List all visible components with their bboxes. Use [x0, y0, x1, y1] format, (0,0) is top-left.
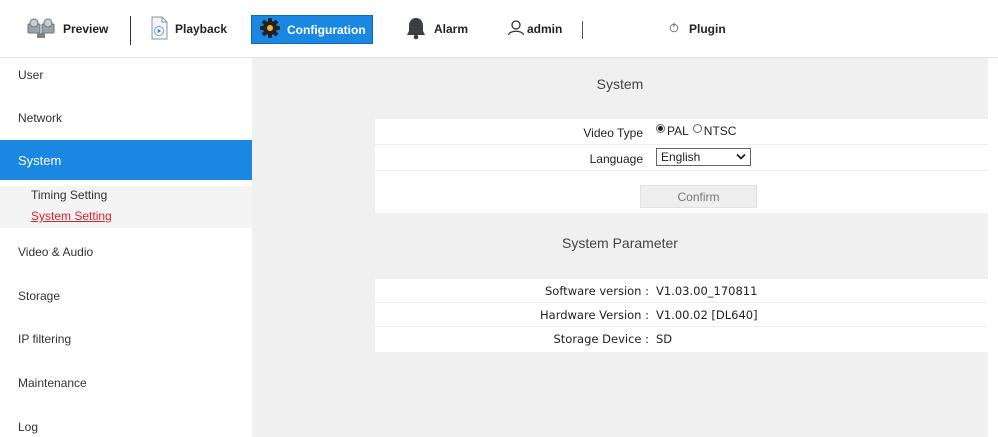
- sidebar-item-maintenance[interactable]: Maintenance: [0, 376, 252, 390]
- bell-icon: [405, 16, 427, 43]
- sidebar-item-user[interactable]: User: [0, 68, 252, 82]
- language-label: Language: [589, 152, 643, 166]
- software-version-value: V1.03.00_170811: [656, 284, 758, 298]
- video-type-ntsc-radio[interactable]: [692, 123, 702, 133]
- software-version-row: Software version : V1.03.00_170811: [375, 279, 988, 303]
- user-label: admin: [527, 22, 563, 36]
- video-type-pal-radio[interactable]: [656, 123, 665, 133]
- configuration-button[interactable]: Configuration: [251, 15, 373, 44]
- system-parameter-title: System Parameter: [562, 235, 678, 251]
- user-menu[interactable]: admin: [507, 15, 562, 43]
- system-parameter-panel: Software version : V1.03.00_170811 Hardw…: [375, 279, 988, 352]
- configuration-label: Configuration: [287, 22, 366, 37]
- storage-device-row: Storage Device : SD: [375, 327, 988, 351]
- language-select[interactable]: English: [656, 148, 751, 166]
- playback-file-icon: [150, 16, 168, 43]
- alarm-button[interactable]: Alarm: [405, 15, 468, 43]
- storage-device-value: SD: [656, 332, 673, 346]
- storage-device-label: Storage Device :: [553, 332, 649, 346]
- sidebar-subitem-system-setting[interactable]: System Setting: [31, 209, 112, 223]
- plugin-button[interactable]: Plugin: [669, 15, 726, 43]
- playback-button[interactable]: Playback: [150, 15, 227, 43]
- top-navigation-bar: Preview Playback Configuration Alarm adm…: [0, 0, 998, 58]
- alarm-label: Alarm: [434, 22, 469, 36]
- camera-icon: [26, 17, 56, 42]
- sidebar-item-network[interactable]: Network: [0, 111, 252, 125]
- confirm-button[interactable]: Confirm: [640, 185, 757, 208]
- preview-label: Preview: [63, 22, 109, 36]
- nav-divider: [582, 21, 583, 39]
- gear-icon: [260, 18, 280, 41]
- nav-divider: [130, 16, 131, 45]
- user-icon: [507, 19, 525, 39]
- plugin-icon: [669, 22, 679, 36]
- language-select-wrap: English: [656, 148, 751, 166]
- video-type-label: Video Type: [583, 126, 643, 140]
- software-version-label: Software version :: [545, 284, 649, 298]
- video-type-row: Video Type PAL NTSC: [375, 119, 988, 145]
- sidebar-item-ip-filtering[interactable]: IP filtering: [0, 332, 252, 346]
- sidebar-item-storage[interactable]: Storage: [0, 289, 252, 303]
- hardware-version-label: Hardware Version :: [540, 308, 649, 322]
- system-settings-form: Video Type PAL NTSC Language English Con…: [375, 119, 988, 213]
- sidebar-item-system[interactable]: System: [0, 140, 252, 180]
- video-type-options: PAL NTSC: [656, 123, 740, 138]
- hardware-version-value: V1.00.02 [DL640]: [656, 308, 758, 322]
- video-type-ntsc-label[interactable]: NTSC: [704, 124, 737, 138]
- sidebar-item-log[interactable]: Log: [0, 420, 252, 434]
- system-section-title: System: [596, 76, 644, 92]
- sidebar: User Network System Timing Setting Syste…: [0, 58, 252, 437]
- plugin-label: Plugin: [689, 22, 726, 36]
- language-select-value: English: [661, 150, 701, 164]
- sidebar-subitem-timing-setting[interactable]: Timing Setting: [31, 188, 107, 202]
- preview-button[interactable]: Preview: [26, 15, 108, 43]
- hardware-version-row: Hardware Version : V1.00.02 [DL640]: [375, 303, 988, 327]
- playback-label: Playback: [175, 22, 228, 36]
- video-type-pal-label[interactable]: PAL: [667, 124, 689, 138]
- language-row: Language English: [375, 145, 988, 171]
- sidebar-item-video-audio[interactable]: Video & Audio: [0, 245, 252, 259]
- main-content: System Video Type PAL NTSC Language Engl…: [252, 58, 988, 437]
- sidebar-submenu: Timing Setting System Setting: [0, 186, 252, 228]
- chevron-down-icon: [736, 150, 746, 164]
